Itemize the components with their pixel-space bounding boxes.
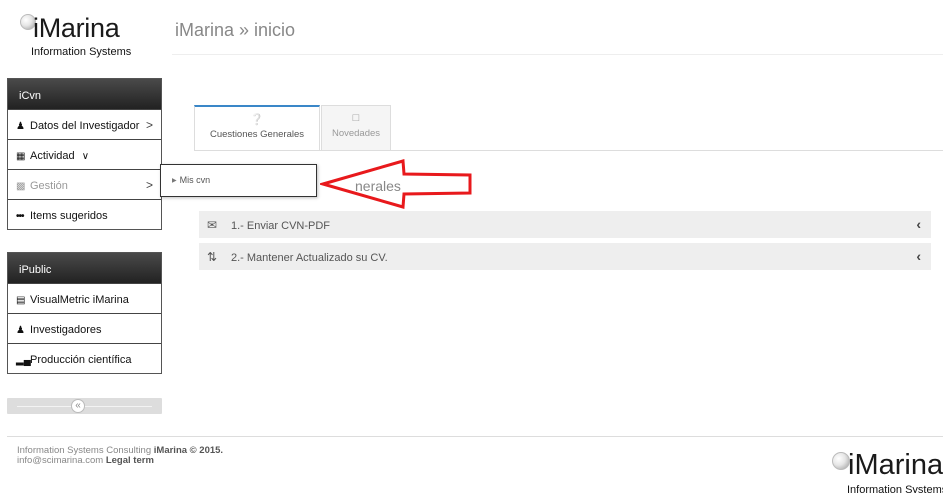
chevron-left-icon: ‹ — [916, 248, 921, 264]
chevron-right-icon: > — [145, 178, 153, 192]
sort-icon: ⇅ — [207, 250, 218, 264]
header-divider — [172, 54, 943, 55]
sidebar-collapse-bar[interactable]: « — [7, 398, 162, 414]
tabs-divider — [194, 150, 943, 151]
accordion-label: 2.- Mantener Actualizado su CV. — [231, 252, 388, 264]
chevron-right-icon: > — [145, 118, 153, 132]
accordion-item-enviar-cvn-pdf[interactable]: ✉ 1.- Enviar CVN-PDF ‹ — [199, 211, 931, 238]
envelope-icon: ✉ — [207, 218, 218, 232]
icvn-header: iCvn — [8, 79, 161, 109]
document-icon: ▦ — [16, 151, 26, 162]
triangle-right-icon: ▶ — [172, 178, 177, 184]
chevron-left-icon: ‹ — [916, 216, 921, 232]
sidebar-item-investigadores[interactable]: ♟ Investigadores — [8, 313, 161, 343]
sidebar-item-label: Producción científica — [30, 354, 132, 366]
ipublic-panel: iPublic ▤ VisualMetric iMarina ♟ Investiga… — [7, 252, 162, 374]
logo-subtitle: Information Systems — [31, 46, 132, 58]
sidebar-item-label: Investigadores — [30, 324, 102, 336]
footer-logo-brand: iMarina — [848, 449, 943, 481]
sidebar-item-actividad[interactable]: ▦ Actividad ∨ — [8, 139, 161, 169]
icvn-panel: iCvn ♟ Datos del Investigador > ▦ Activida… — [7, 78, 162, 230]
accordion-label: 1.- Enviar CVN-PDF — [231, 220, 331, 232]
footer-logo-subtitle: Information Systems — [847, 484, 943, 493]
bars-icon: ▂▄ — [16, 355, 31, 366]
logo-brand: iMarina — [33, 13, 120, 43]
footer-legal-link[interactable]: Legal term — [106, 455, 154, 466]
footer-copyright: iMarina © 2015. — [153, 445, 224, 456]
chart-icon: ▤ — [16, 295, 26, 306]
tab-label: Cuestiones Generales — [210, 129, 304, 140]
user-icon: ♟ — [16, 121, 25, 132]
sidebar-item-label: Items sugeridos — [30, 210, 108, 222]
gestion-submenu: ▶ Mis cvn — [160, 164, 317, 197]
collapse-sidebar-button[interactable]: « — [71, 399, 85, 413]
question-circle-icon: ❔ — [250, 114, 264, 126]
footer-imarina-logo: iMarina Information Systems — [826, 446, 943, 493]
sidebar-item-visualmetric[interactable]: ▤ VisualMetric iMarina — [8, 283, 161, 313]
ipublic-header: iPublic — [8, 253, 161, 283]
briefcase-icon: ▩ — [16, 181, 26, 192]
sidebar-item-label: Datos del Investigador — [30, 120, 140, 132]
accordion-item-mantener-actualizado[interactable]: ⇅ 2.- Mantener Actualizado su CV. ‹ — [199, 243, 931, 270]
sidebar-item-label: VisualMetric iMarina — [30, 294, 129, 306]
footer-email-link[interactable]: info@scimarina.com — [17, 455, 106, 466]
sidebar-item-label: Gestión — [30, 180, 68, 192]
footer-line-2: info@scimarina.com Legal term — [17, 456, 223, 466]
imarina-logo[interactable]: iMarina Information Systems — [14, 10, 164, 66]
submenu-item-mis-cvn[interactable]: ▶ Mis cvn — [172, 175, 210, 185]
footer-text: Information Systems Consulting iMarina ©… — [17, 446, 223, 466]
tab-label: Novedades — [331, 128, 381, 139]
red-arrow-annotation — [320, 159, 472, 209]
footer-divider — [7, 436, 943, 437]
file-icon: □ — [352, 112, 360, 124]
sidebar-item-produccion-cientifica[interactable]: ▂▄Producción científica — [8, 343, 161, 373]
chevron-down-icon: ∨ — [81, 151, 90, 162]
sidebar-item-gestion[interactable]: ▩ Gestión > — [8, 169, 161, 199]
tab-novedades[interactable]: □ Novedades — [321, 105, 391, 151]
page-title: iMarina » inicio — [175, 20, 296, 40]
sidebar-item-items-sugeridos[interactable]: ••• Items sugeridos — [8, 199, 161, 229]
sidebar-item-label: Actividad — [30, 150, 75, 162]
submenu-item-label: Mis cvn — [179, 175, 211, 185]
tab-cuestiones-generales[interactable]: ❔ Cuestiones Generales — [194, 105, 320, 151]
ellipsis-icon: ••• — [16, 211, 25, 222]
users-icon: ♟ — [16, 325, 25, 336]
sidebar-item-datos-investigador[interactable]: ♟ Datos del Investigador > — [8, 109, 161, 139]
